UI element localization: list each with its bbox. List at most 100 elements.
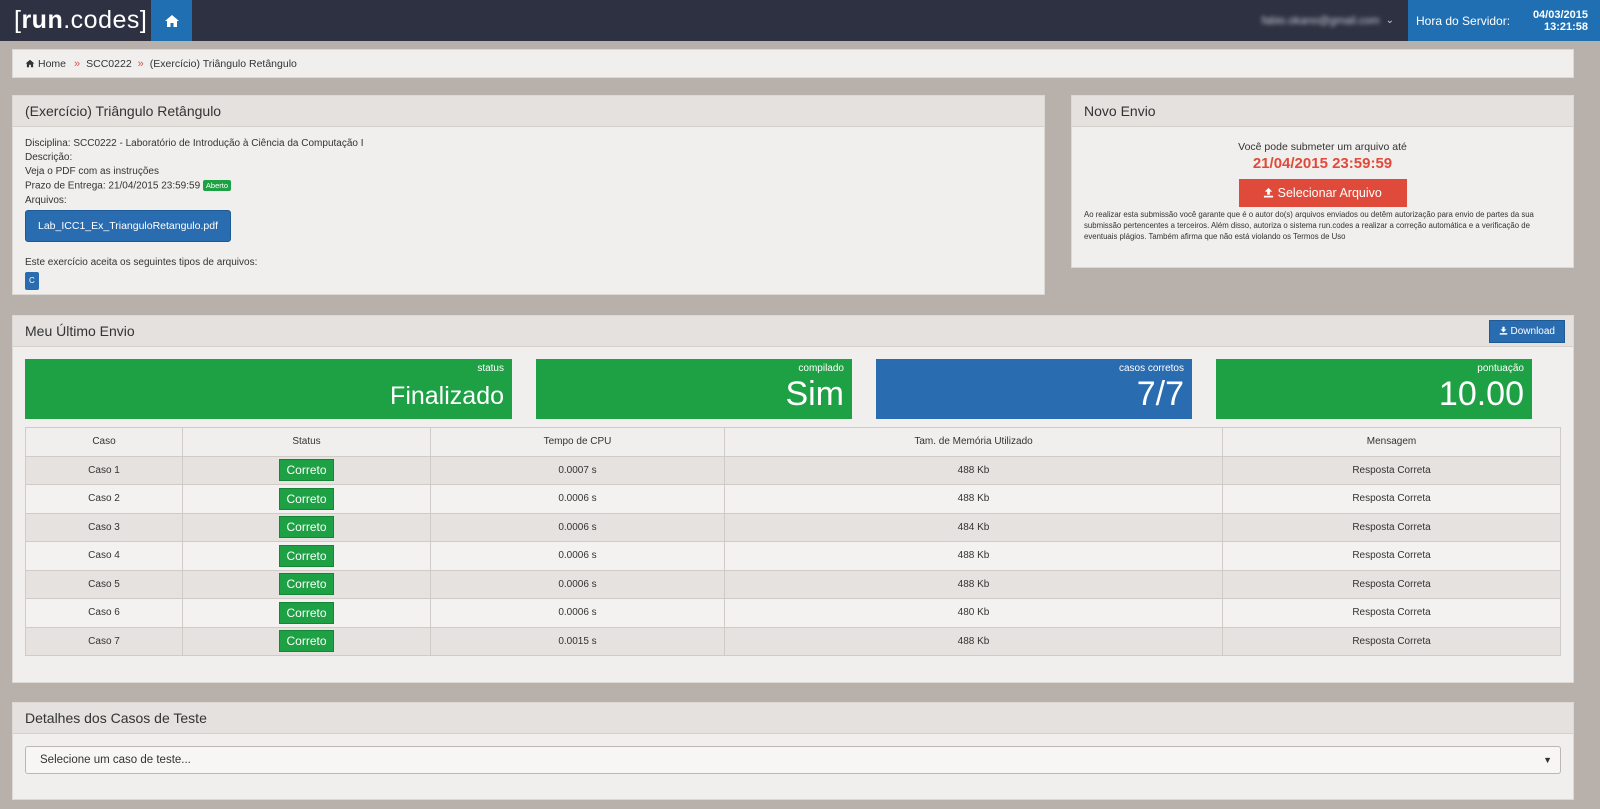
download-icon	[1499, 326, 1507, 335]
submission-deadline-text: Você pode submeter um arquivo até	[1238, 141, 1407, 153]
cell-memory: 488 Kb	[724, 569, 1223, 599]
file-type-badge: C	[25, 271, 39, 290]
exercise-description-label: Descrição:	[25, 152, 73, 163]
stat-label: pontuação	[1477, 363, 1524, 374]
table-row: Caso 2 Correto 0.0006 s 488 Kb Resposta …	[25, 484, 1561, 514]
cell-case: Caso 6	[25, 598, 183, 628]
page-scrollbar[interactable]	[1580, 41, 1600, 809]
submission-notice: Ao realizar esta submissão você garante …	[1084, 210, 1534, 241]
cell-message: Resposta Correta	[1222, 484, 1561, 514]
user-email[interactable]: fabio.okano@gmail.com	[1261, 15, 1379, 27]
server-time-label: Hora do Servidor:	[1416, 13, 1511, 28]
cell-message: Resposta Correta	[1222, 512, 1561, 542]
caret-down-icon: ▼	[1543, 755, 1552, 765]
stat-status: status Finalizado	[25, 359, 512, 419]
cell-cpu: 0.0006 s	[430, 598, 725, 628]
breadcrumb: Home » SCC0222 » (Exercício) Triângulo R…	[12, 49, 1574, 78]
cell-message: Resposta Correta	[1222, 569, 1561, 599]
test-case-select-placeholder: Selecione um caso de teste...	[40, 754, 191, 766]
exercise-discipline: Disciplina: SCC0222 - Laboratório de Int…	[25, 138, 364, 149]
status-badge: Correto	[279, 544, 334, 567]
server-clock: 13:21:58	[1543, 20, 1588, 33]
stat-score: pontuação 10.00	[1216, 359, 1532, 419]
top-navbar: [run.codes] fabio.okano@gmail.com ⌄ Hora…	[0, 0, 1600, 41]
table-row: Caso 6 Correto 0.0006 s 480 Kb Resposta …	[25, 598, 1561, 628]
cell-memory: 488 Kb	[724, 541, 1223, 571]
stat-label: casos corretos	[1118, 363, 1184, 374]
app-logo[interactable]: [run.codes]	[0, 6, 151, 35]
exercise-description: Veja o PDF com as instruções	[25, 166, 159, 177]
cell-memory: 488 Kb	[724, 484, 1223, 514]
server-time: Hora do Servidor: 04/03/2015 13:21:58	[1408, 0, 1600, 41]
download-label: Download	[1510, 325, 1555, 337]
exercise-file-button[interactable]: Lab_ICC1_Ex_TrianguloRetangulo.pdf	[25, 209, 231, 242]
status-badge: Correto	[279, 601, 334, 624]
table-row: Caso 1 Correto 0.0007 s 488 Kb Resposta …	[25, 455, 1561, 485]
stat-compiled: compilado Sim	[536, 359, 852, 419]
exercise-panel: (Exercício) Triângulo Retângulo Discipli…	[12, 95, 1045, 295]
exercise-title: (Exercício) Triângulo Retângulo	[13, 96, 1044, 127]
chevron-right-icon: »	[74, 57, 81, 70]
new-submission-title: Novo Envio	[1072, 96, 1573, 127]
cell-case: Caso 2	[25, 484, 183, 514]
exercise-types-label: Este exercício aceita os seguintes tipos…	[25, 256, 258, 268]
stat-value: 7/7	[1136, 375, 1184, 413]
status-badge: Correto	[279, 573, 334, 596]
test-details-panel: Detalhes dos Casos de Teste Selecione um…	[12, 702, 1574, 800]
cell-memory: 484 Kb	[724, 512, 1223, 542]
stat-value: Finalizado	[390, 382, 504, 410]
exercise-deadline: Prazo de Entrega: 21/04/2015 23:59:59	[25, 180, 201, 192]
table-row: Caso 7 Correto 0.0015 s 488 Kb Resposta …	[25, 626, 1561, 656]
status-badge: Correto	[279, 516, 334, 539]
stat-value: Sim	[785, 375, 844, 413]
cell-message: Resposta Correta	[1222, 455, 1561, 485]
table-header-row: Caso Status Tempo de CPU Tam. de Memória…	[25, 427, 1561, 457]
breadcrumb-course[interactable]: SCC0222	[86, 58, 132, 70]
table-row: Caso 5 Correto 0.0006 s 488 Kb Resposta …	[25, 569, 1561, 599]
results-table: Caso Status Tempo de CPU Tam. de Memória…	[25, 427, 1561, 656]
status-badge: Correto	[279, 459, 334, 482]
home-icon	[164, 14, 179, 27]
cell-memory: 488 Kb	[724, 626, 1223, 656]
upload-icon	[1264, 187, 1274, 198]
col-status: Status	[182, 427, 431, 457]
server-date: 04/03/2015	[1532, 8, 1588, 21]
breadcrumb-home[interactable]: Home	[38, 58, 66, 70]
breadcrumb-current: (Exercício) Triângulo Retângulo	[149, 57, 297, 70]
last-submission-panel: Meu Último Envio Download status Finaliz…	[12, 315, 1574, 683]
cell-cpu: 0.0006 s	[430, 484, 725, 514]
col-message: Mensagem	[1222, 427, 1561, 457]
stat-label: compilado	[798, 363, 844, 374]
new-submission-panel: Novo Envio Você pode submeter um arquivo…	[1071, 95, 1574, 268]
cell-cpu: 0.0015 s	[430, 626, 725, 656]
submission-deadline-date: 21/04/2015 23:59:59	[1252, 155, 1393, 172]
chevron-right-icon: »	[137, 57, 144, 70]
cell-case: Caso 1	[25, 455, 183, 485]
cell-memory: 480 Kb	[724, 598, 1223, 628]
cell-cpu: 0.0006 s	[430, 512, 725, 542]
cell-case: Caso 7	[25, 626, 183, 656]
col-cpu: Tempo de CPU	[430, 427, 725, 457]
cell-cpu: 0.0007 s	[430, 455, 725, 485]
table-row: Caso 4 Correto 0.0006 s 488 Kb Resposta …	[25, 541, 1561, 571]
stat-value: 10.00	[1438, 375, 1524, 413]
cell-cpu: 0.0006 s	[430, 569, 725, 599]
home-button[interactable]	[151, 0, 192, 41]
stat-label: status	[477, 363, 504, 374]
select-file-button[interactable]: Selecionar Arquivo	[1238, 179, 1407, 207]
cell-message: Resposta Correta	[1222, 598, 1561, 628]
cell-message: Resposta Correta	[1222, 541, 1561, 571]
cell-case: Caso 3	[25, 512, 183, 542]
last-submission-title: Meu Último Envio	[25, 323, 135, 339]
test-case-select[interactable]: Selecione um caso de teste... ▼	[25, 746, 1561, 774]
download-button[interactable]: Download	[1488, 319, 1565, 343]
cell-cpu: 0.0006 s	[430, 541, 725, 571]
chevron-down-icon[interactable]: ⌄	[1386, 15, 1394, 26]
status-badge: Correto	[279, 630, 334, 653]
test-details-title: Detalhes dos Casos de Teste	[13, 703, 1573, 734]
stat-correct-cases: casos corretos 7/7	[876, 359, 1192, 419]
deadline-status-badge: Aberto	[202, 180, 232, 191]
select-file-label: Selecionar Arquivo	[1277, 186, 1382, 200]
cell-case: Caso 5	[25, 569, 183, 599]
cell-memory: 488 Kb	[724, 455, 1223, 485]
